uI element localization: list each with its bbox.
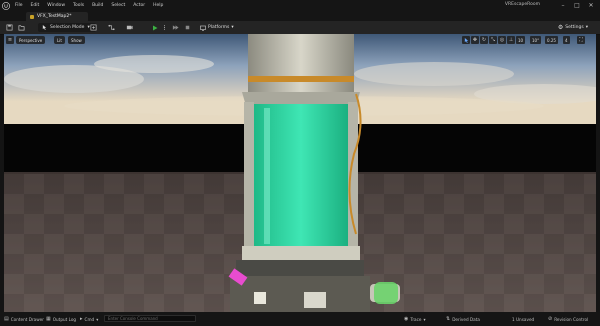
menu-edit[interactable]: Edit [27,3,44,8]
document-tab-row: VFX_TestMap2* [0,11,600,21]
menu-build[interactable]: Build [88,3,107,8]
menu-help[interactable]: Help [149,3,167,8]
camera-speed-label: 4 [565,37,568,43]
translate-tool-icon[interactable]: ✥ [471,36,479,44]
play-icon [152,25,157,30]
close-icon[interactable]: ✕ [584,0,598,11]
content-drawer-button[interactable]: ▤ Content Drawer [4,315,44,323]
level-icon [30,14,34,19]
chevron-down-icon: ▾ [231,25,234,30]
menu-actor[interactable]: Actor [129,3,149,8]
drawer-icon: ▤ [4,316,9,322]
unsaved-label: 1 Unsaved [512,316,535,322]
platforms-button[interactable]: Platforms ▾ [200,23,234,32]
scale-tool-icon[interactable]: ⤡ [489,36,497,44]
cinematics-icon[interactable] [126,24,133,31]
stop-icon[interactable] [184,24,191,31]
settings-button[interactable]: ⚙ Settings ▾ [558,23,588,32]
maximize-icon[interactable]: □ [570,0,584,11]
save-icon[interactable] [6,24,13,31]
cmd-label: Cmd [84,316,95,322]
play-button[interactable] [150,23,159,32]
platforms-icon [200,25,206,31]
revision-control-label: Revision Control [554,316,589,322]
menu-bar: File Edit Window Tools Build Select Acto… [0,0,600,11]
viewport-toolbar: ≡ Perspective Lit Show ✥ ↻ ⤡ ◎ ⊥ 10 10° … [4,36,596,45]
settings-label: Settings [565,25,584,30]
console-placeholder: Enter Console Command [108,316,158,321]
chevron-down-icon: ▾ [585,25,588,30]
output-log-button[interactable]: ▦ Output Log [46,315,76,323]
show-label: Show [71,37,82,43]
create-actor-icon[interactable] [90,24,97,31]
rotate-tool-icon[interactable]: ↻ [480,36,488,44]
chevron-down-icon: ▾ [96,316,99,322]
derived-data-button[interactable]: ⇅ Derived Data [446,315,480,323]
trace-label: Trace [410,316,422,322]
rotation-snap-value[interactable]: 10° [530,36,542,44]
trace-button[interactable]: ◉ Trace ▾ [404,315,426,323]
console-command-input[interactable]: Enter Console Command [104,315,196,322]
world-space-icon[interactable]: ◎ [498,36,506,44]
main-toolbar: Selection Mode ▾ Platforms ▾ ⚙ Settings … [0,21,600,35]
selection-mode-label: Selection Mode [50,25,85,30]
platforms-label: Platforms [208,25,230,30]
perspective-label: Perspective [19,37,43,43]
content-drawer-label: Content Drawer [10,316,44,322]
cmd-button[interactable]: ▸ Cmd ▾ [80,315,98,323]
viewport-scene [4,34,596,312]
window-title: VREscapeRoom [504,2,540,7]
show-button[interactable]: Show [68,36,85,44]
trace-icon: ◉ [404,316,409,322]
status-bar: ▤ Content Drawer ▦ Output Log ▸ Cmd ▾ En… [0,312,600,326]
menu-window[interactable]: Window [43,3,69,8]
menu-tools[interactable]: Tools [69,3,88,8]
level-tab[interactable]: VFX_TestMap2* [26,12,88,21]
minimize-icon[interactable]: – [556,0,570,11]
menu-file[interactable]: File [11,3,27,8]
grid-snap-label: 10 [518,37,524,43]
revision-control-icon: ⊘ [548,316,553,322]
select-tool-icon[interactable] [462,36,470,44]
level-tab-label: VFX_TestMap2* [37,14,72,19]
grid-snap-value[interactable]: 10 [516,36,526,44]
play-options-icon[interactable] [162,24,167,31]
rotation-snap-label: 10° [532,37,540,43]
unreal-logo-icon[interactable] [0,0,11,11]
surface-snap-icon[interactable]: ⊥ [507,36,515,44]
chevron-down-icon: ▾ [423,316,426,322]
cursor-icon [42,25,47,30]
log-icon: ▦ [46,316,51,322]
revision-control-button[interactable]: ⊘ Revision Control [548,315,588,323]
unsaved-button[interactable]: 1 Unsaved [512,315,534,323]
gear-icon: ⚙ [557,24,564,31]
derived-data-label: Derived Data [452,316,480,322]
lit-label: Lit [57,37,62,43]
hamburger-icon: ≡ [7,37,13,43]
derived-data-icon: ⇅ [446,316,451,322]
maximize-viewport-icon[interactable]: ⛶ [577,36,585,44]
view-mode-button[interactable]: Lit [54,36,65,44]
camera-speed-value[interactable]: 4 [563,36,570,44]
perspective-button[interactable]: Perspective [16,36,46,44]
menu-select[interactable]: Select [107,3,129,8]
output-log-label: Output Log [52,316,77,322]
scale-snap-value[interactable]: 0.25 [545,36,558,44]
scale-snap-label: 0.25 [547,37,556,43]
skip-icon[interactable] [172,24,179,31]
level-viewport[interactable]: ≡ Perspective Lit Show ✥ ↻ ⤡ ◎ ⊥ 10 10° … [4,34,596,312]
blueprint-icon[interactable] [108,24,115,31]
terminal-icon: ▸ [80,316,83,322]
viewport-options-button[interactable]: ≡ [6,36,14,44]
content-browser-icon[interactable] [18,24,25,31]
selection-mode-dropdown[interactable]: Selection Mode ▾ [38,23,96,32]
